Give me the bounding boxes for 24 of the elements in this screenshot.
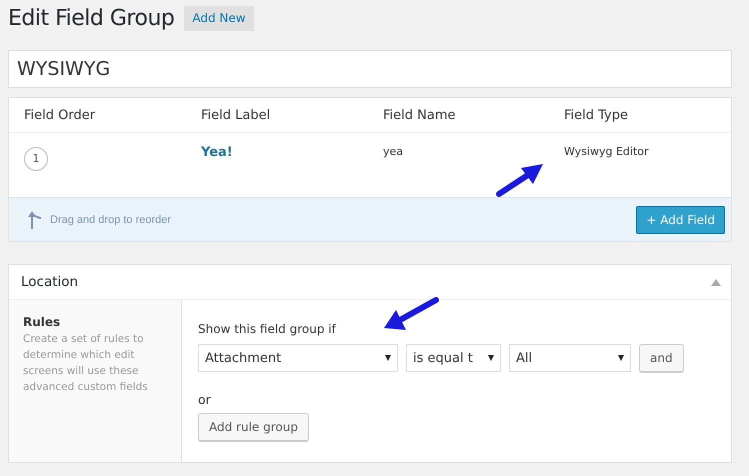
column-header: Field Order	[24, 108, 96, 122]
rule-dropdown[interactable]: is equal t	[406, 344, 501, 372]
panel-title: Location	[21, 274, 78, 290]
collapse-icon[interactable]	[711, 278, 721, 286]
condition-label: Show this field group if	[198, 322, 338, 336]
rule-dropdown[interactable]: Attachment	[198, 344, 398, 372]
or-label: or	[198, 392, 212, 407]
title-field[interactable]: WYSIWYG	[8, 50, 732, 88]
rule-dropdown[interactable]: All	[509, 344, 631, 372]
rules-label: Rules	[23, 315, 62, 329]
column-header: Field Label	[201, 108, 272, 122]
field-name: yea	[383, 145, 404, 158]
curved-arrow-icon	[27, 210, 43, 230]
reorder-hint: Drag and drop to reorder	[50, 214, 172, 226]
rules-description: Create a set of rules to determine which edit screens will use these advanced custom fields	[23, 332, 149, 395]
page-title: Edit Field Group	[8, 6, 174, 30]
and-button[interactable]: and	[639, 344, 684, 372]
order-number: 1	[24, 147, 48, 171]
add-rule-group-button[interactable]: Add rule group	[198, 413, 309, 441]
column-header: Field Name	[383, 108, 456, 122]
field-label-link[interactable]: Yea!	[201, 145, 383, 160]
add-new-button[interactable]: Add New	[184, 6, 254, 30]
field-type: Wysiwyg Editor	[564, 145, 649, 158]
column-header: Field Type	[564, 108, 628, 122]
